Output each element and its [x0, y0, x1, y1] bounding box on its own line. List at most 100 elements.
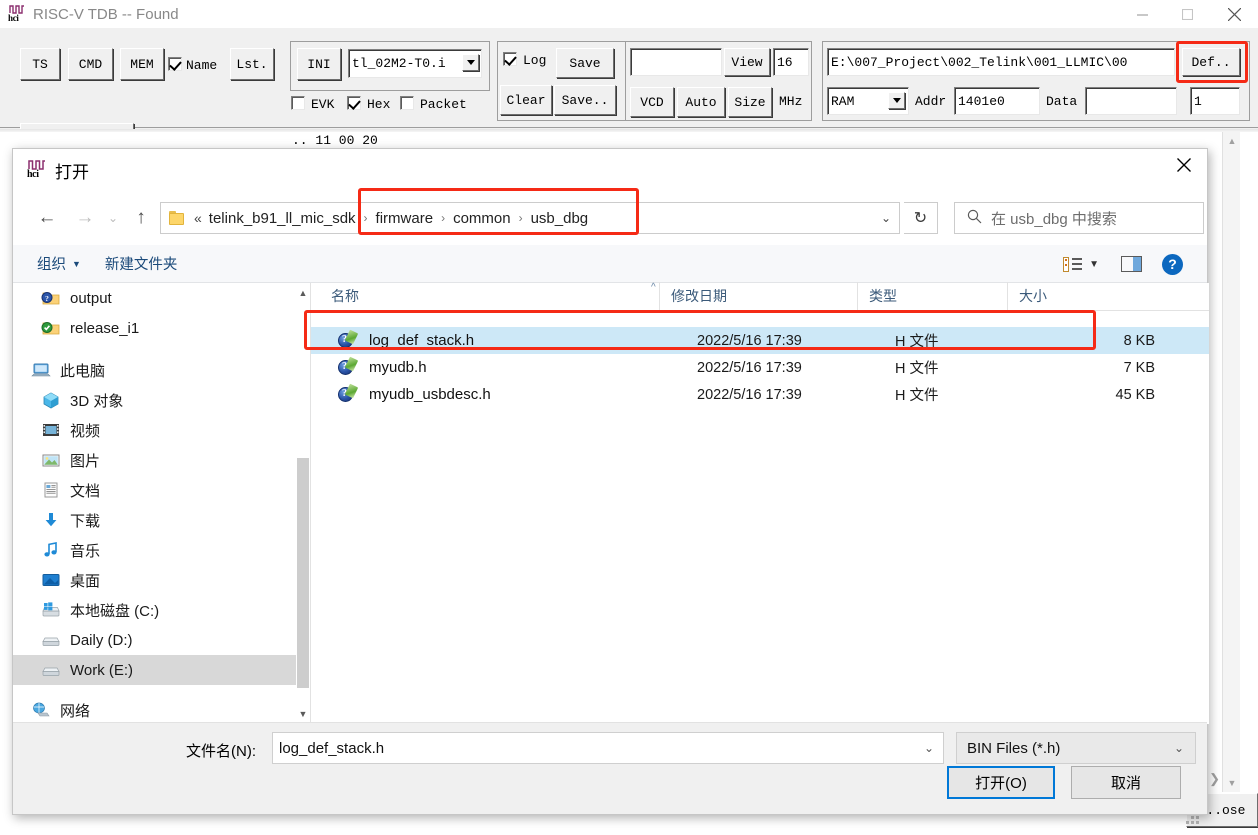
sidebar-item-pictures[interactable]: 图片: [13, 445, 296, 475]
breadcrumb-overflow-icon[interactable]: «: [188, 210, 206, 226]
chevron-down-icon[interactable]: ⌄: [1174, 741, 1184, 755]
lst-button[interactable]: Lst.: [230, 48, 274, 80]
dialog-navbar: ← → ⌄ ↑ « telink_b91_ll_mic_sdk › firmwa…: [13, 191, 1207, 245]
sidebar-item-network[interactable]: 网络: [13, 695, 296, 724]
forward-icon[interactable]: →: [69, 202, 101, 234]
file-date: 2022/5/16 17:39: [697, 360, 895, 376]
def-button[interactable]: Def..: [1182, 48, 1240, 76]
refresh-icon[interactable]: ↻: [904, 202, 938, 234]
sidebar-item-music[interactable]: 音乐: [13, 535, 296, 565]
sidebar-item-videos[interactable]: 视频: [13, 415, 296, 445]
sidebar-item-daily-d[interactable]: Daily (D:): [13, 625, 296, 655]
app-toolbar: TS CMD MEM Name Lst. In File... Out File…: [0, 28, 1258, 128]
sidebar-item-documents[interactable]: 文档: [13, 475, 296, 505]
app-title-text: RISC-V TDB -- Found: [33, 6, 179, 23]
breadcrumb-separator-icon[interactable]: ›: [514, 211, 528, 225]
hci-logo-icon: hci: [8, 5, 26, 23]
scroll-right-icon[interactable]: ❯: [1209, 771, 1220, 787]
addr-field[interactable]: 1401e0: [954, 87, 1040, 115]
sidebar-item-release-i1[interactable]: release_i1: [13, 313, 296, 343]
breadcrumb-item-sdk[interactable]: telink_b91_ll_mic_sdk: [206, 210, 359, 227]
packet-checkbox[interactable]: [400, 96, 414, 110]
count-field[interactable]: 1: [1190, 87, 1240, 115]
column-header-date[interactable]: 修改日期: [659, 282, 857, 310]
column-header-name[interactable]: 名称 ^: [311, 282, 659, 310]
close-button[interactable]: [1210, 0, 1258, 28]
view-controls: ▼ ?: [1063, 245, 1183, 283]
save-as-button[interactable]: Save..: [554, 85, 616, 115]
file-list[interactable]: ? log_def_stack.h 2022/5/16 17:39 H 文件 8…: [311, 311, 1209, 724]
view-value-field[interactable]: [630, 48, 722, 76]
table-row[interactable]: ? log_def_stack.h 2022/5/16 17:39 H 文件 8…: [311, 327, 1209, 354]
chevron-down-icon[interactable]: ▼: [1089, 259, 1099, 270]
data-field[interactable]: [1085, 87, 1177, 115]
scroll-down-icon[interactable]: ▼: [296, 706, 310, 722]
evk-label: EVK: [311, 97, 334, 112]
save-button[interactable]: Save: [556, 48, 614, 78]
table-row[interactable]: ? myudb.h 2022/5/16 17:39 H 文件 7 KB: [311, 354, 1209, 381]
scrollbar-thumb[interactable]: [297, 458, 309, 688]
dialog-titlebar: hci 打开: [13, 149, 1207, 191]
auto-button[interactable]: Auto: [677, 87, 725, 117]
breadcrumb-separator-icon[interactable]: ›: [359, 211, 373, 225]
vcd-button[interactable]: VCD: [630, 87, 674, 117]
scroll-up-icon[interactable]: ▲: [1223, 132, 1241, 150]
maximize-button[interactable]: [1165, 0, 1210, 28]
help-icon[interactable]: ?: [1162, 254, 1183, 275]
breadcrumb-item-firmware[interactable]: firmware: [373, 210, 437, 227]
ini-dropdown-arrow[interactable]: [462, 54, 479, 71]
preview-pane-icon[interactable]: [1121, 256, 1142, 272]
sidebar-item-work-e[interactable]: Work (E:): [13, 655, 296, 685]
hex-checkbox[interactable]: [347, 96, 361, 110]
mhz-label: MHz: [779, 94, 802, 109]
cmd-button[interactable]: CMD: [68, 48, 113, 80]
sidebar-item-local-disk-c[interactable]: 本地磁盘 (C:): [13, 595, 296, 625]
file-type-filter-select[interactable]: BIN Files (*.h) ⌄: [956, 732, 1196, 764]
sidebar-item-output[interactable]: ? output: [13, 283, 296, 313]
scroll-up-icon[interactable]: ▲: [296, 285, 310, 301]
new-folder-button[interactable]: 新建文件夹: [105, 253, 178, 274]
sidebar-item-3d-objects[interactable]: 3D 对象: [13, 385, 296, 415]
name-checkbox[interactable]: [168, 57, 182, 71]
evk-checkbox[interactable]: [291, 96, 305, 110]
column-header-type[interactable]: 类型: [857, 282, 1007, 310]
ts-button[interactable]: TS: [20, 48, 60, 80]
dialog-close-button[interactable]: [1160, 149, 1207, 181]
mem-button[interactable]: MEM: [120, 48, 164, 80]
recent-locations-icon[interactable]: ⌄: [101, 202, 125, 234]
cancel-button[interactable]: 取消: [1071, 766, 1181, 799]
size-button[interactable]: Size: [728, 87, 772, 117]
address-bar[interactable]: « telink_b91_ll_mic_sdk › firmware › com…: [160, 202, 900, 234]
view-count-field[interactable]: 16: [773, 48, 809, 76]
app-vertical-scrollbar[interactable]: ▲ ▼: [1222, 132, 1240, 792]
log-checkbox[interactable]: [503, 52, 517, 66]
breadcrumb-item-common[interactable]: common: [450, 210, 514, 227]
clear-button[interactable]: Clear: [500, 85, 552, 115]
dialog-sidebar[interactable]: ? output release_i1: [13, 283, 296, 724]
open-button[interactable]: 打开(O): [947, 766, 1055, 799]
sidebar-scrollbar[interactable]: ▲ ▼: [296, 283, 310, 724]
breadcrumb-separator-icon[interactable]: ›: [436, 211, 450, 225]
sidebar-item-label: 桌面: [70, 570, 100, 591]
filename-input[interactable]: log_def_stack.h ⌄: [272, 732, 944, 764]
mem-type-dropdown-arrow[interactable]: [888, 92, 905, 109]
ini-button[interactable]: INI: [297, 48, 341, 80]
organize-menu[interactable]: 组织 ▼: [37, 253, 81, 274]
minimize-button[interactable]: [1120, 0, 1165, 28]
breadcrumb-item-usb-dbg[interactable]: usb_dbg: [528, 210, 592, 227]
downloads-icon: [41, 511, 61, 529]
sidebar-item-this-pc[interactable]: 此电脑: [13, 355, 296, 385]
project-path-field[interactable]: E:\007_Project\002_Telink\001_LLMIC\00: [827, 48, 1175, 76]
sidebar-item-desktop[interactable]: 桌面: [13, 565, 296, 595]
view-list-icon[interactable]: [1063, 257, 1082, 272]
view-button[interactable]: View: [724, 48, 770, 76]
table-row[interactable]: ? myudb_usbdesc.h 2022/5/16 17:39 H 文件 4…: [311, 381, 1209, 408]
chevron-down-icon[interactable]: ⌄: [881, 211, 891, 225]
column-header-size[interactable]: 大小: [1007, 282, 1117, 310]
scroll-down-icon[interactable]: ▼: [1223, 774, 1241, 792]
back-icon[interactable]: ←: [31, 202, 63, 234]
search-input[interactable]: 在 usb_dbg 中搜索: [954, 202, 1204, 234]
up-icon[interactable]: ↑: [125, 202, 157, 234]
chevron-down-icon[interactable]: ⌄: [924, 741, 934, 755]
sidebar-item-downloads[interactable]: 下载: [13, 505, 296, 535]
